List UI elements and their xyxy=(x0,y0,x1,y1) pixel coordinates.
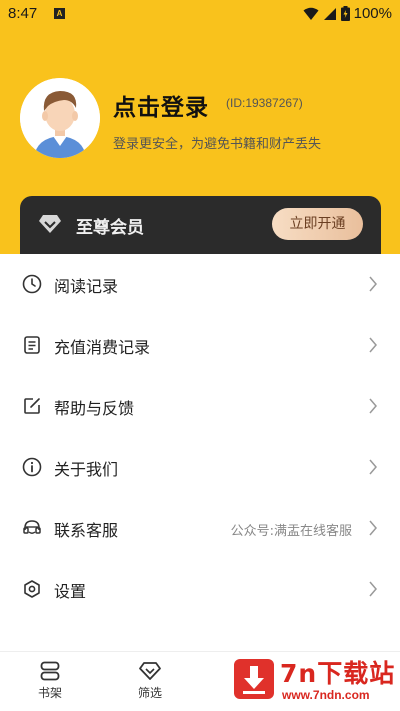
diamond-icon xyxy=(39,215,61,233)
battery-percent: 100% xyxy=(353,5,392,22)
menu-item-label: 设置 xyxy=(54,582,87,601)
settings-menu: 阅读记录 充值消费记录 帮助与反馈 关于我们 联系客服 公众号:满盂在线客服 设… xyxy=(0,254,400,620)
info-icon xyxy=(22,457,42,477)
login-subtitle: 登录更安全，为避免书籍和财产丢失 xyxy=(113,137,322,152)
diamond-icon xyxy=(139,662,161,680)
profile-header: 8:47 A 100% 点击登录 (ID:19387267) 登录更安全，为避免… xyxy=(0,0,400,254)
status-time: 8:47 xyxy=(8,5,38,22)
menu-item-reading-history[interactable]: 阅读记录 xyxy=(0,254,400,315)
chevron-right-icon xyxy=(369,276,377,292)
menu-item-about-us[interactable]: 关于我们 xyxy=(0,437,400,498)
activate-vip-button[interactable]: 立即开通 xyxy=(272,208,363,240)
settings-icon xyxy=(24,580,40,598)
status-bar: 8:47 A 100% xyxy=(0,0,400,28)
edit-icon xyxy=(24,398,40,414)
battery-icon xyxy=(340,6,350,21)
nav-item-bookshelf[interactable]: 书架 xyxy=(20,660,80,701)
menu-item-label: 关于我们 xyxy=(54,460,119,479)
site-watermark: 7n下载站 www.7ndn.com xyxy=(232,653,398,707)
chevron-right-icon xyxy=(369,337,377,353)
login-title[interactable]: 点击登录 xyxy=(113,88,209,122)
clock-icon xyxy=(22,274,42,294)
menu-item-label: 充值消费记录 xyxy=(54,338,151,357)
wechat-account-text: 公众号:满盂在线客服 xyxy=(230,524,352,539)
bookshelf-icon xyxy=(40,661,60,681)
document-icon xyxy=(24,336,40,354)
menu-item-label: 联系客服 xyxy=(54,521,119,540)
vip-card[interactable]: 至尊会员 立即开通 xyxy=(20,196,381,254)
chevron-right-icon xyxy=(369,459,377,475)
user-id: (ID:19387267) xyxy=(226,96,303,110)
menu-item-label: 帮助与反馈 xyxy=(54,399,135,418)
vip-label: 至尊会员 xyxy=(76,218,144,238)
menu-item-help-feedback[interactable]: 帮助与反馈 xyxy=(0,376,400,437)
chevron-right-icon xyxy=(369,581,377,597)
download-arrow-icon xyxy=(234,659,274,699)
menu-item-settings[interactable]: 设置 xyxy=(0,559,400,620)
nav-label: 书架 xyxy=(37,686,62,700)
nav-label: 筛选 xyxy=(137,686,162,700)
signal-icon xyxy=(323,7,336,20)
wifi-icon xyxy=(303,7,319,20)
nav-item-filter[interactable]: 筛选 xyxy=(120,660,180,701)
headset-icon xyxy=(23,520,41,534)
status-indicators: 100% xyxy=(303,5,392,22)
chevron-right-icon xyxy=(369,398,377,414)
watermark-url: www.7ndn.com xyxy=(282,688,370,702)
chevron-right-icon xyxy=(369,520,377,536)
a-box-icon: A xyxy=(54,8,65,19)
menu-item-recharge-records[interactable]: 充值消费记录 xyxy=(0,315,400,376)
menu-item-customer-service[interactable]: 联系客服 公众号:满盂在线客服 xyxy=(0,498,400,559)
watermark-text: 7n下载站 xyxy=(280,659,396,688)
user-avatar-icon[interactable] xyxy=(20,78,100,158)
menu-item-label: 阅读记录 xyxy=(54,277,119,296)
